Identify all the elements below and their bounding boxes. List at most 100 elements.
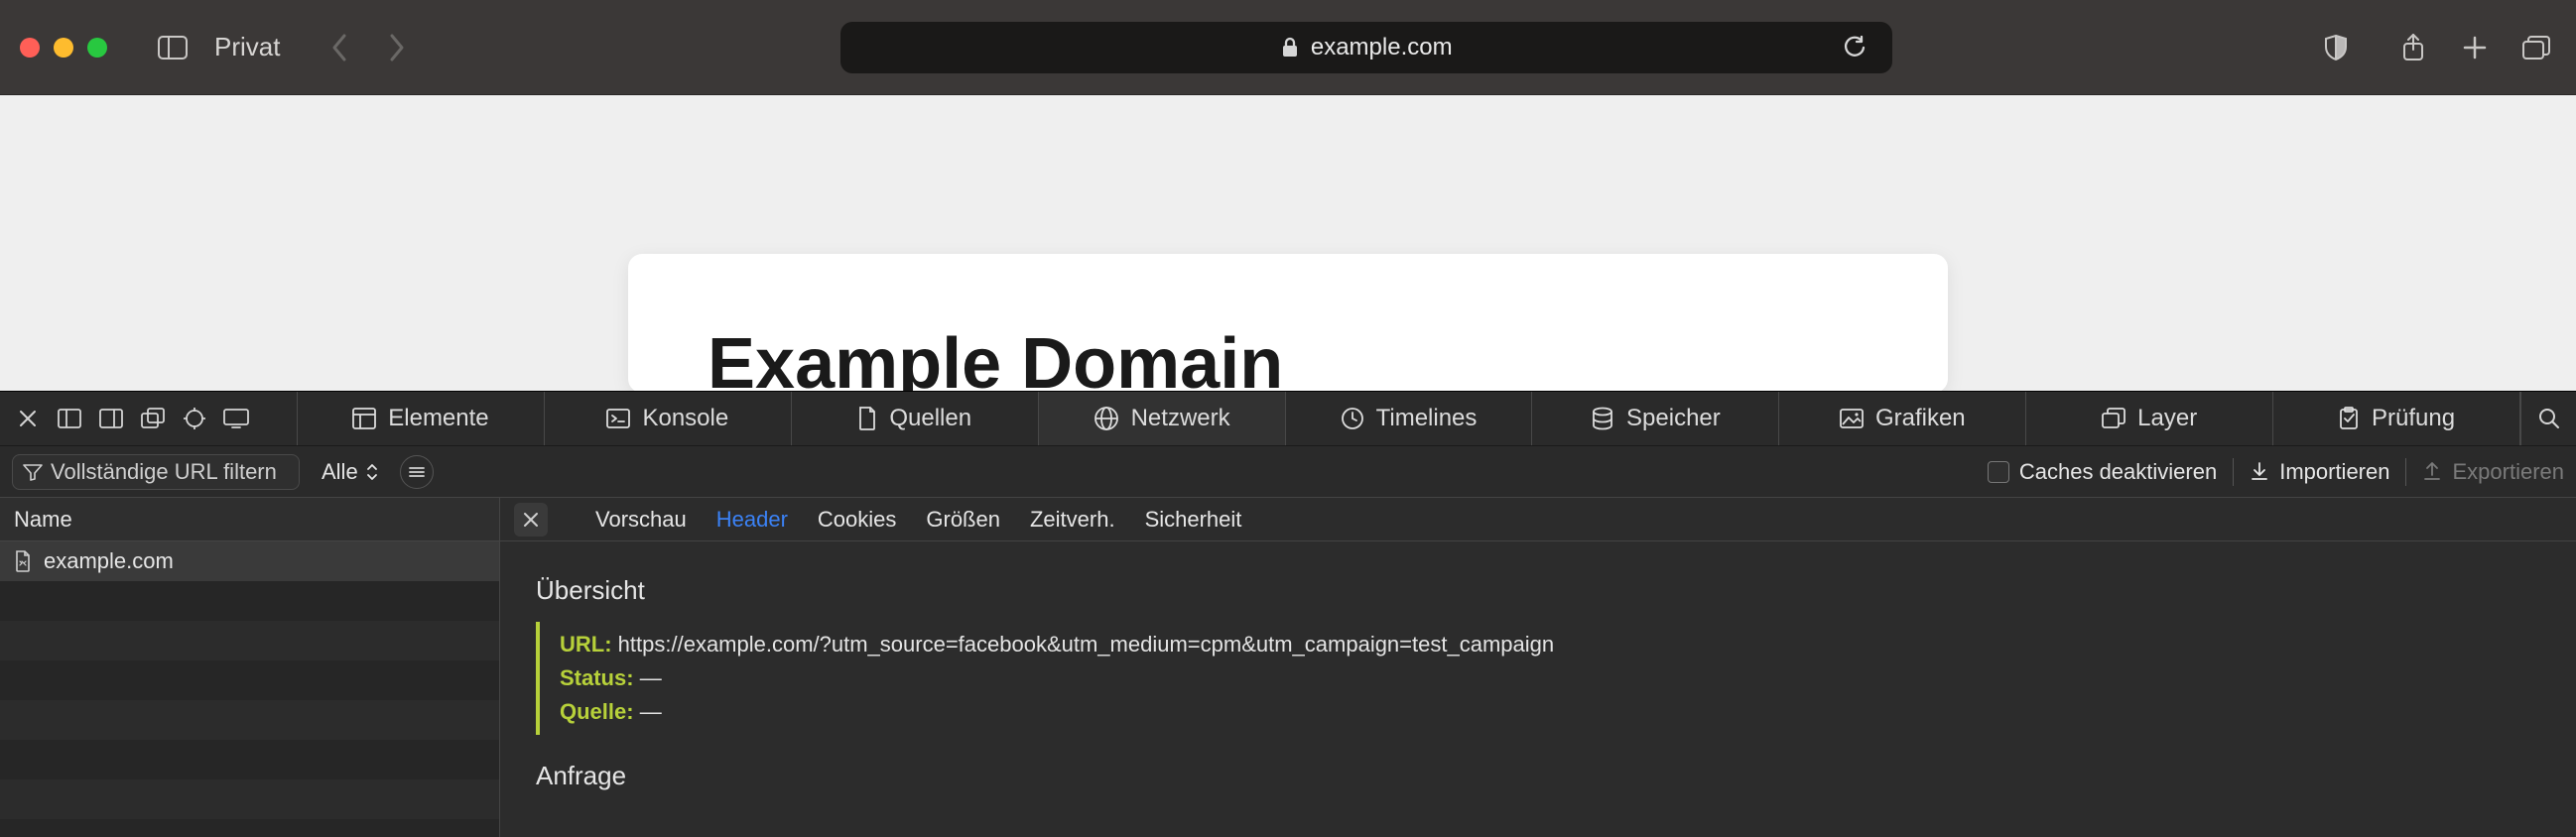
overview-status-value: —	[640, 665, 662, 690]
dock-left-button[interactable]	[52, 401, 87, 436]
lines-icon	[408, 465, 426, 479]
overview-status-line: Status: —	[560, 661, 2540, 695]
overview-source-label: Quelle:	[560, 699, 634, 724]
import-label: Importieren	[2279, 459, 2389, 485]
download-icon	[2250, 461, 2269, 483]
webpage-viewport: Example Domain	[0, 95, 2576, 391]
detail-tab-cookies[interactable]: Cookies	[818, 507, 896, 533]
overview-url-value: https://example.com/?utm_source=facebook…	[618, 632, 1554, 657]
detach-icon	[141, 408, 165, 429]
tab-graphics[interactable]: Grafiken	[1779, 392, 2026, 445]
tab-sources-label: Quellen	[889, 405, 971, 432]
request-row-empty	[0, 700, 499, 740]
search-icon	[2538, 408, 2560, 429]
request-list: example.com	[0, 541, 499, 837]
overview-section-title: Übersicht	[536, 575, 2540, 606]
address-text: example.com	[1311, 34, 1453, 61]
tab-layers[interactable]: Layer	[2026, 392, 2273, 445]
tab-timelines[interactable]: Timelines	[1286, 392, 1533, 445]
tab-overview-button[interactable]	[2516, 28, 2556, 67]
tab-sources[interactable]: Quellen	[792, 392, 1039, 445]
audit-icon	[2338, 407, 2360, 430]
upload-icon	[2422, 461, 2442, 483]
detail-tab-sizes[interactable]: Größen	[926, 507, 1000, 533]
detail-tab-preview[interactable]: Vorschau	[595, 507, 687, 533]
network-subtoolbar: Vollständige URL filtern Alle Caches dea…	[0, 446, 2576, 498]
document-icon	[14, 550, 32, 572]
privacy-report-button[interactable]	[2316, 28, 2356, 67]
console-icon	[606, 409, 630, 428]
detail-content: Übersicht URL: https://example.com/?utm_…	[500, 541, 2576, 837]
overview-block: URL: https://example.com/?utm_source=fac…	[536, 622, 2540, 735]
export-button[interactable]: Exportieren	[2422, 459, 2564, 485]
overview-source-value: —	[640, 699, 662, 724]
tab-network-label: Netzwerk	[1131, 405, 1230, 432]
tab-storage-label: Speicher	[1626, 405, 1721, 432]
request-row-empty	[0, 740, 499, 779]
address-bar[interactable]: example.com	[840, 22, 1892, 73]
separator	[2233, 458, 2234, 486]
tab-graphics-label: Grafiken	[1875, 405, 1966, 432]
separator	[2405, 458, 2406, 486]
page-heading: Example Domain	[708, 323, 1868, 391]
request-row-empty	[0, 621, 499, 660]
new-tab-button[interactable]	[2455, 28, 2495, 67]
import-button[interactable]: Importieren	[2250, 459, 2389, 485]
browser-toolbar: Privat example.com	[0, 0, 2576, 95]
url-filter-placeholder: Vollständige URL filtern	[51, 459, 277, 485]
devtools-left-controls	[0, 392, 298, 445]
dock-right-button[interactable]	[93, 401, 129, 436]
image-icon	[1840, 409, 1864, 428]
chevron-left-icon	[330, 33, 348, 62]
request-list-header-label: Name	[14, 507, 72, 533]
group-by-button[interactable]	[400, 455, 434, 489]
disable-caches-label: Caches deaktivieren	[2019, 459, 2217, 485]
request-list-header[interactable]: Name	[0, 498, 499, 541]
window-minimize-button[interactable]	[54, 38, 73, 58]
dock-right-icon	[99, 409, 123, 428]
nav-forward-button[interactable]	[377, 28, 417, 67]
element-picker-button[interactable]	[177, 401, 212, 436]
crosshair-icon	[183, 407, 206, 430]
chevron-right-icon	[388, 33, 406, 62]
disable-caches-checkbox[interactable]: Caches deaktivieren	[1988, 459, 2217, 485]
tab-console[interactable]: Konsole	[545, 392, 792, 445]
nav-back-button[interactable]	[320, 28, 359, 67]
url-filter-input[interactable]: Vollständige URL filtern	[12, 454, 300, 490]
detail-tab-timing[interactable]: Zeitverh.	[1030, 507, 1115, 533]
window-controls	[20, 38, 107, 58]
storage-icon	[1591, 407, 1614, 430]
request-row[interactable]: example.com	[0, 541, 499, 581]
checkbox-icon	[1988, 461, 2009, 483]
device-mode-button[interactable]	[218, 401, 254, 436]
close-icon	[18, 409, 38, 428]
device-icon	[222, 408, 250, 429]
request-row-name: example.com	[44, 548, 174, 574]
detail-tabs: Vorschau Header Cookies Größen Zeitverh.…	[500, 498, 2576, 541]
window-zoom-button[interactable]	[87, 38, 107, 58]
sidebar-toggle-button[interactable]	[153, 28, 193, 67]
request-detail-pane: Vorschau Header Cookies Größen Zeitverh.…	[500, 498, 2576, 837]
detail-tab-header[interactable]: Header	[716, 507, 788, 533]
sidebar-icon	[158, 36, 188, 60]
share-button[interactable]	[2393, 28, 2433, 67]
window-close-button[interactable]	[20, 38, 40, 58]
tab-audit[interactable]: Prüfung	[2273, 392, 2520, 445]
tab-console-label: Konsole	[642, 405, 728, 432]
overview-url-line: URL: https://example.com/?utm_source=fac…	[560, 628, 2540, 661]
lock-icon	[1281, 37, 1299, 59]
tab-layers-label: Layer	[2137, 405, 2197, 432]
devtools-search-button[interactable]	[2520, 392, 2576, 445]
tab-elements[interactable]: Elemente	[298, 392, 545, 445]
dock-detach-button[interactable]	[135, 401, 171, 436]
tab-storage[interactable]: Speicher	[1532, 392, 1779, 445]
devtools-toolbar: Elemente Konsole Quellen Netzwerk Timeli…	[0, 391, 2576, 446]
type-filter-dropdown[interactable]: Alle	[316, 459, 384, 485]
tab-network[interactable]: Netzwerk	[1039, 392, 1286, 445]
devtools-close-button[interactable]	[10, 401, 46, 436]
request-list-pane: Name example.com	[0, 498, 500, 837]
request-section-title: Anfrage	[536, 761, 2540, 791]
plus-icon	[2462, 35, 2488, 60]
detail-tab-security[interactable]: Sicherheit	[1145, 507, 1242, 533]
detail-close-button[interactable]	[514, 503, 548, 537]
